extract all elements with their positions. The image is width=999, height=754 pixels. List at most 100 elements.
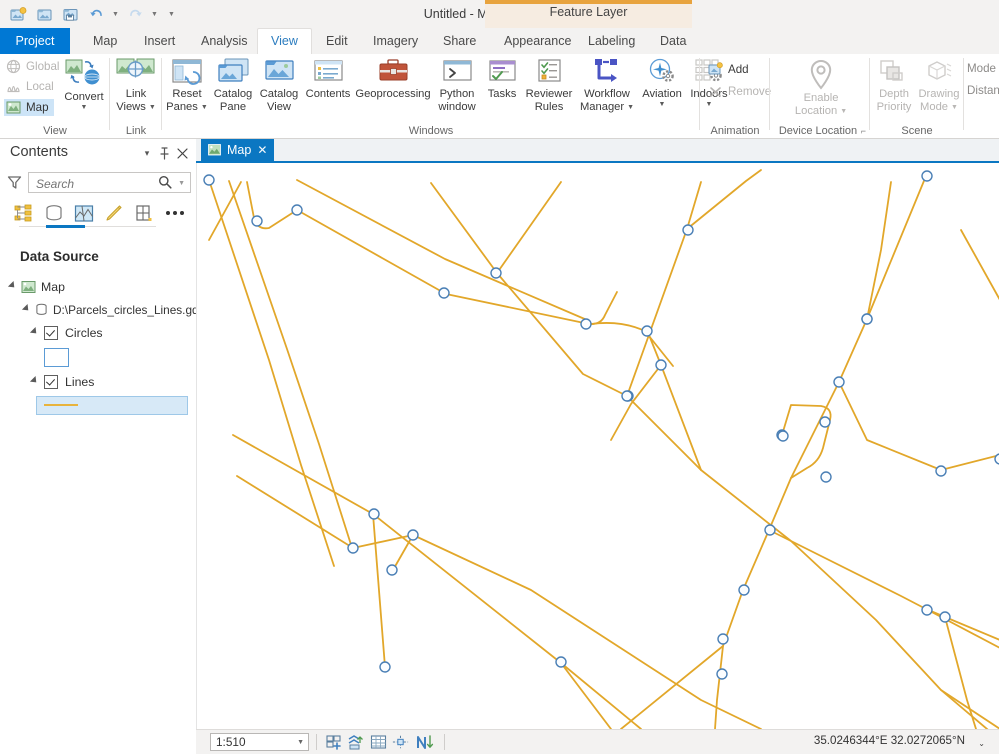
list-by-data-source-tab[interactable] (44, 202, 64, 224)
map-vertex-circle[interactable] (765, 525, 775, 535)
measure-icon[interactable] (392, 734, 409, 750)
map-vertex-circle[interactable] (439, 288, 449, 298)
create-features-icon[interactable] (326, 734, 343, 750)
link-views-button[interactable]: Link Views ▼ (112, 58, 160, 114)
search-input[interactable] (34, 173, 156, 194)
tab-view[interactable]: View (257, 28, 312, 55)
catalog-view-button[interactable]: Catalog View (256, 58, 302, 114)
list-by-drawing-order-tab[interactable] (14, 202, 34, 224)
map-vertex-circle[interactable] (252, 216, 262, 226)
map-vertex-circle[interactable] (369, 509, 379, 519)
map-vertex-circle[interactable] (491, 268, 501, 278)
map-vertex-circle[interactable] (922, 605, 932, 615)
more-tabs-overflow[interactable] (166, 211, 184, 215)
map-vertex-circle[interactable] (408, 530, 418, 540)
circles-symbol-row[interactable] (0, 344, 196, 370)
attribute-table-icon[interactable] (370, 734, 387, 750)
tab-insert[interactable]: Insert (131, 28, 188, 54)
map-vertex-circle[interactable] (995, 454, 999, 464)
map-vertex-circle[interactable] (778, 431, 788, 441)
device-location-dialog-launcher-icon[interactable]: ⌐ (861, 126, 866, 136)
catalog-pane-button[interactable]: Catalog Pane (210, 58, 256, 114)
tab-appearance[interactable]: Appearance (491, 28, 584, 54)
enable-location-dropdown-caret[interactable]: ▼ (840, 108, 847, 116)
expand-collapse-icon[interactable] (21, 304, 32, 315)
workflow-manager-dropdown-caret[interactable]: ▼ (627, 104, 634, 112)
map-vertex-circle[interactable] (739, 585, 749, 595)
depth-priority-button[interactable]: Depth Priority (872, 58, 916, 114)
map-vertex-circle[interactable] (821, 472, 831, 482)
link-views-dropdown-caret[interactable]: ▼ (149, 104, 156, 112)
expand-collapse-icon[interactable] (29, 376, 40, 387)
open-project-icon[interactable] (32, 3, 56, 25)
map-vertex-circle[interactable] (834, 377, 844, 387)
reset-panes-dropdown-caret[interactable]: ▼ (201, 104, 208, 112)
lines-visibility-checkbox[interactable] (44, 375, 58, 389)
view-global-button[interactable]: Global (6, 59, 60, 74)
map-vertex-circle[interactable] (348, 543, 358, 553)
map-vertex-circle[interactable] (387, 565, 397, 575)
tree-item-map[interactable]: Map (0, 275, 196, 298)
customize-qat-icon[interactable]: ▼ (166, 3, 177, 25)
tasks-button[interactable]: Tasks (482, 58, 522, 101)
search-icon[interactable] (158, 175, 172, 192)
new-project-icon[interactable] (6, 3, 30, 25)
list-by-selection-tab[interactable] (74, 202, 94, 224)
lines-symbol-row[interactable] (0, 393, 196, 417)
search-dropdown-caret[interactable]: ▼ (178, 180, 185, 187)
tab-project[interactable]: Project (0, 28, 70, 54)
enable-location-button[interactable]: Enable Location ▼ (790, 58, 852, 118)
reset-panes-button[interactable]: Reset Panes ▼ (164, 58, 210, 114)
north-arrow-icon[interactable] (416, 734, 436, 750)
tree-item-circles[interactable]: Circles (0, 321, 196, 344)
select-features-icon[interactable] (348, 734, 365, 750)
map-vertex-circle[interactable] (683, 225, 693, 235)
scale-selector[interactable]: 1:510 ▼ (210, 733, 309, 751)
workflow-manager-button[interactable]: Workflow Manager ▼ (576, 58, 638, 114)
map-vertex-circle[interactable] (820, 417, 830, 427)
tab-analysis[interactable]: Analysis (188, 28, 261, 54)
map-vertex-circle[interactable] (380, 662, 390, 672)
reviewer-rules-button[interactable]: Reviewer Rules (522, 58, 576, 114)
contents-button[interactable]: Contents (302, 58, 354, 101)
map-vertex-circle[interactable] (642, 326, 652, 336)
tab-share[interactable]: Share (430, 28, 489, 54)
list-by-editing-tab[interactable] (104, 202, 124, 224)
tab-imagery[interactable]: Imagery (360, 28, 431, 54)
search-box[interactable]: ▼ (28, 172, 191, 193)
undo-icon[interactable] (84, 3, 108, 25)
tab-labeling[interactable]: Labeling (575, 28, 648, 54)
map-vertex-circle[interactable] (581, 319, 591, 329)
convert-dropdown-caret[interactable]: ▼ (81, 104, 88, 112)
tab-map[interactable]: Map (80, 28, 130, 54)
view-local-button[interactable]: Local (6, 79, 54, 94)
line-symbol-swatch[interactable] (36, 396, 188, 415)
map-vertex-circle[interactable] (292, 205, 302, 215)
close-icon[interactable]: ✕ (257, 143, 267, 157)
map-vertex-circle[interactable] (717, 669, 727, 679)
coordinate-dropdown-caret[interactable]: ⌄ (978, 739, 985, 748)
geoprocessing-button[interactable]: Geoprocessing (354, 58, 432, 101)
map-vertex-circle[interactable] (556, 657, 566, 667)
expand-collapse-icon[interactable] (7, 281, 18, 292)
map-vertex-circle[interactable] (922, 171, 932, 181)
redo-dropdown-caret[interactable]: ▼ (149, 3, 160, 25)
expand-collapse-icon[interactable] (29, 327, 40, 338)
polygon-symbol-swatch[interactable] (44, 348, 69, 367)
circles-visibility-checkbox[interactable] (44, 326, 58, 340)
redo-icon[interactable] (123, 3, 147, 25)
tree-item-geodatabase[interactable]: D:\Parcels_circles_Lines.gdb (0, 298, 196, 321)
tab-map-view[interactable]: Map ✕ (201, 139, 274, 161)
save-project-icon[interactable] (58, 3, 82, 25)
aviation-dropdown-caret[interactable]: ▼ (659, 101, 666, 109)
python-window-button[interactable]: Python window (432, 58, 482, 114)
pane-pin-button[interactable] (157, 145, 171, 161)
tab-edit[interactable]: Edit (313, 28, 361, 54)
animation-remove-button[interactable]: Remove (708, 84, 771, 98)
drawing-mode-button[interactable]: Drawing Mode ▼ (916, 58, 962, 114)
map-canvas[interactable] (196, 163, 999, 729)
pane-close-button[interactable] (175, 145, 189, 161)
map-vertex-circle[interactable] (718, 634, 728, 644)
map-vertex-circle[interactable] (940, 612, 950, 622)
map-vertex-circle[interactable] (936, 466, 946, 476)
